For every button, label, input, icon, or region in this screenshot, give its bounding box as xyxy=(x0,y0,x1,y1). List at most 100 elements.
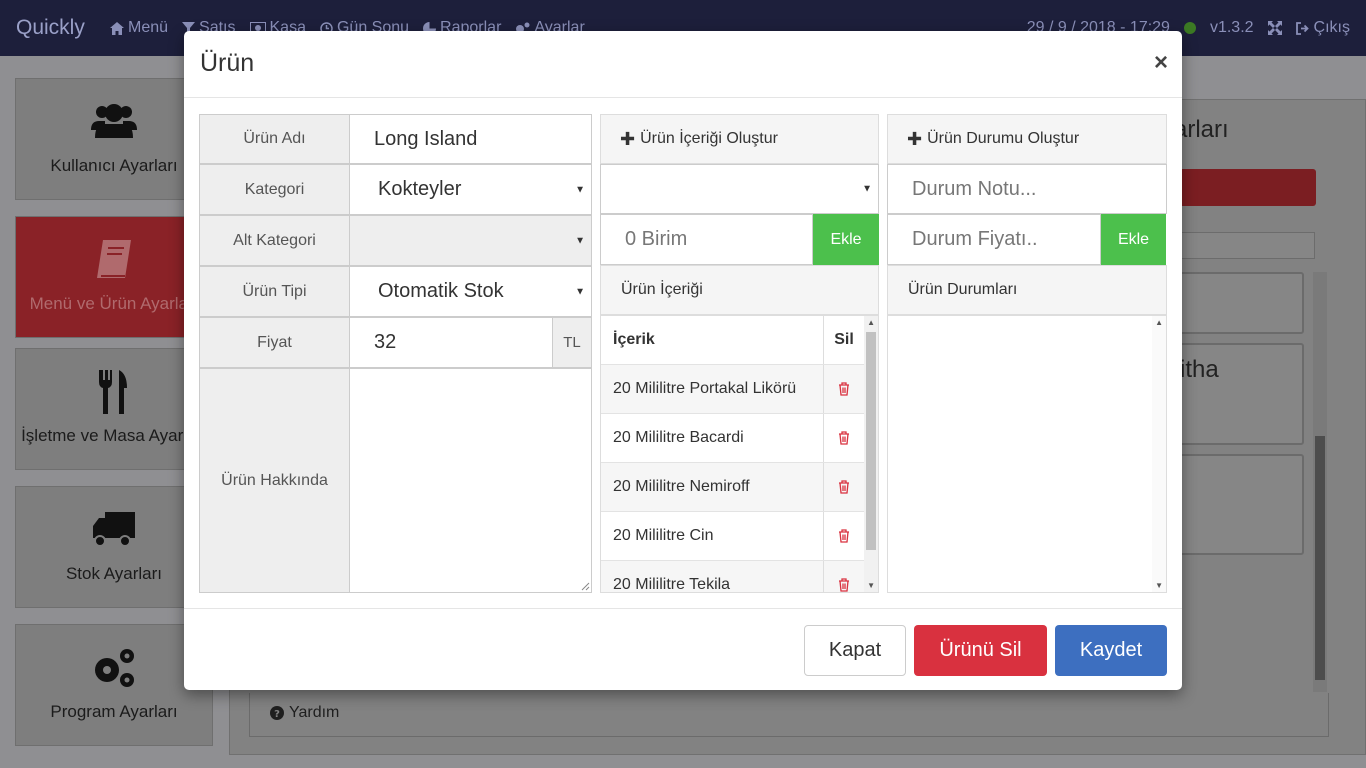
scroll-thumb[interactable] xyxy=(866,332,876,550)
modal-footer: Kapat Ürünü Sil Kaydet xyxy=(184,608,1182,690)
delete-ingredient-button[interactable] xyxy=(824,365,864,413)
panel-title-fragment: arları xyxy=(1174,116,1229,143)
ingredient-name: 20 Mililitre Cin xyxy=(601,512,824,560)
delete-ingredient-button[interactable] xyxy=(824,561,864,592)
form-row-name: Ürün Adı Long Island xyxy=(199,114,592,164)
caret-down-icon: ▼ xyxy=(575,286,585,297)
add-ingredient-button[interactable]: Ekle xyxy=(813,214,879,265)
table-row: 20 Mililitre Tekila xyxy=(601,561,864,592)
fullscreen-icon[interactable] xyxy=(1267,21,1282,35)
ingredient-name: 20 Mililitre Portakal Likörü xyxy=(601,365,824,413)
subcategory-label: Alt Kategori xyxy=(199,215,350,266)
help-box xyxy=(249,693,1329,737)
ingredient-select[interactable]: ▼ xyxy=(600,164,879,214)
background-card xyxy=(1166,272,1304,334)
scroll-up-icon[interactable]: ▲ xyxy=(867,318,875,327)
form-row-category: Kategori Kokteyler ▼ xyxy=(199,164,592,215)
currency-addon: TL xyxy=(553,317,592,368)
scroll-up-icon[interactable]: ▲ xyxy=(1155,318,1163,327)
price-label: Fiyat xyxy=(199,317,350,368)
state-price-input[interactable]: Durum Fiyatı.. xyxy=(887,214,1101,265)
subcategory-select[interactable]: ▼ xyxy=(350,215,592,266)
home-icon xyxy=(110,21,124,35)
about-label: Ürün Hakkında xyxy=(199,368,350,593)
background-input xyxy=(1166,232,1315,259)
trash-icon xyxy=(839,480,849,494)
plus-icon: ✚ xyxy=(620,128,636,149)
ingredient-scrollbar[interactable]: ▲ ▼ xyxy=(864,316,878,592)
form-row-type: Ürün Tipi Otomatik Stok ▼ xyxy=(199,266,592,317)
product-name-label: Ürün Adı xyxy=(199,114,350,164)
ingredient-name: 20 Mililitre Tekila xyxy=(601,561,824,592)
unit-input[interactable]: 0 Birim xyxy=(600,214,813,265)
caret-down-icon: ▼ xyxy=(575,184,585,195)
question-circle-icon: ? xyxy=(270,706,284,720)
delete-ingredient-button[interactable] xyxy=(824,414,864,462)
resize-handle-icon[interactable] xyxy=(581,582,590,591)
card-text-fragment: itha xyxy=(1180,356,1219,383)
product-name-input[interactable]: Long Island xyxy=(350,114,592,164)
state-scrollbar[interactable]: ▲ ▼ xyxy=(1152,316,1166,592)
close-button[interactable]: Kapat xyxy=(804,625,906,676)
brand-logo: Quickly xyxy=(16,16,85,39)
delete-ingredient-button[interactable] xyxy=(824,463,864,511)
users-icon xyxy=(91,104,137,138)
delete-ingredient-button[interactable] xyxy=(824,512,864,560)
about-textarea[interactable] xyxy=(350,368,592,593)
state-note-input[interactable]: Durum Notu... xyxy=(887,164,1167,214)
close-icon[interactable]: × xyxy=(1154,49,1168,77)
table-row: 20 Mililitre Nemiroff xyxy=(601,463,864,512)
product-type-label: Ürün Tipi xyxy=(199,266,350,317)
modal-header: Ürün × xyxy=(184,31,1182,98)
nav-menu[interactable]: Menü xyxy=(110,19,168,37)
ingredient-create-header: ✚ Ürün İçeriği Oluştur xyxy=(600,114,879,164)
background-red-button xyxy=(1166,169,1316,206)
scroll-down-icon[interactable]: ▼ xyxy=(867,581,875,590)
category-label: Kategori xyxy=(199,164,350,215)
trash-icon xyxy=(839,529,849,543)
table-row: 20 Mililitre Portakal Likörü xyxy=(601,365,864,414)
ingredient-table-body: İçerik Sil 20 Mililitre Portakal Likörü … xyxy=(601,316,864,592)
logout-button[interactable]: Çıkış xyxy=(1295,19,1350,37)
ingredient-name: 20 Mililitre Bacardi xyxy=(601,414,824,462)
trash-icon xyxy=(839,431,849,445)
modal-title: Ürün xyxy=(200,49,255,77)
table-row: 20 Mililitre Bacardi xyxy=(601,414,864,463)
product-type-select[interactable]: Otomatik Stok ▼ xyxy=(350,266,592,317)
form-row-about: Ürün Hakkında xyxy=(199,368,592,593)
state-list-header: Ürün Durumları xyxy=(887,265,1167,315)
column-header-content: İçerik xyxy=(601,316,824,364)
form-row-price: Fiyat 32 TL xyxy=(199,317,592,368)
form-row-subcategory: Alt Kategori ▼ xyxy=(199,215,592,266)
plus-icon: ✚ xyxy=(907,128,923,149)
truck-icon xyxy=(93,512,135,547)
ingredient-table: İçerik Sil 20 Mililitre Portakal Likörü … xyxy=(600,315,879,593)
ingredient-list-header: Ürün İçeriği xyxy=(600,265,879,315)
delete-product-button[interactable]: Ürünü Sil xyxy=(914,625,1047,676)
column-header-delete: Sil xyxy=(834,331,854,348)
caret-down-icon: ▼ xyxy=(575,235,585,246)
gears-icon xyxy=(95,649,134,687)
state-create-header: ✚ Ürün Durumu Oluştur xyxy=(887,114,1167,164)
background-card xyxy=(1166,454,1304,555)
category-select[interactable]: Kokteyler ▼ xyxy=(350,164,592,215)
trash-icon xyxy=(839,382,849,396)
product-modal: Ürün × Ürün Adı Long Island Kategori Kok… xyxy=(184,31,1182,690)
table-header-row: İçerik Sil xyxy=(601,316,864,365)
price-input[interactable]: 32 xyxy=(350,317,553,368)
background-scroll-thumb xyxy=(1315,436,1325,680)
cutlery-icon xyxy=(99,370,127,414)
scroll-down-icon[interactable]: ▼ xyxy=(1155,581,1163,590)
trash-icon xyxy=(839,578,849,592)
online-status-icon xyxy=(1183,22,1196,34)
state-list: ▲ ▼ xyxy=(887,315,1167,593)
table-row: 20 Mililitre Cin xyxy=(601,512,864,561)
help-link[interactable]: ? Yardım xyxy=(270,704,339,722)
sign-out-icon xyxy=(1295,21,1309,35)
book-icon xyxy=(97,240,131,278)
svg-text:?: ? xyxy=(274,709,280,720)
version: v1.3.2 xyxy=(1209,19,1254,36)
save-button[interactable]: Kaydet xyxy=(1055,625,1167,676)
ingredient-name: 20 Mililitre Nemiroff xyxy=(601,463,824,511)
add-state-button[interactable]: Ekle xyxy=(1101,214,1166,265)
